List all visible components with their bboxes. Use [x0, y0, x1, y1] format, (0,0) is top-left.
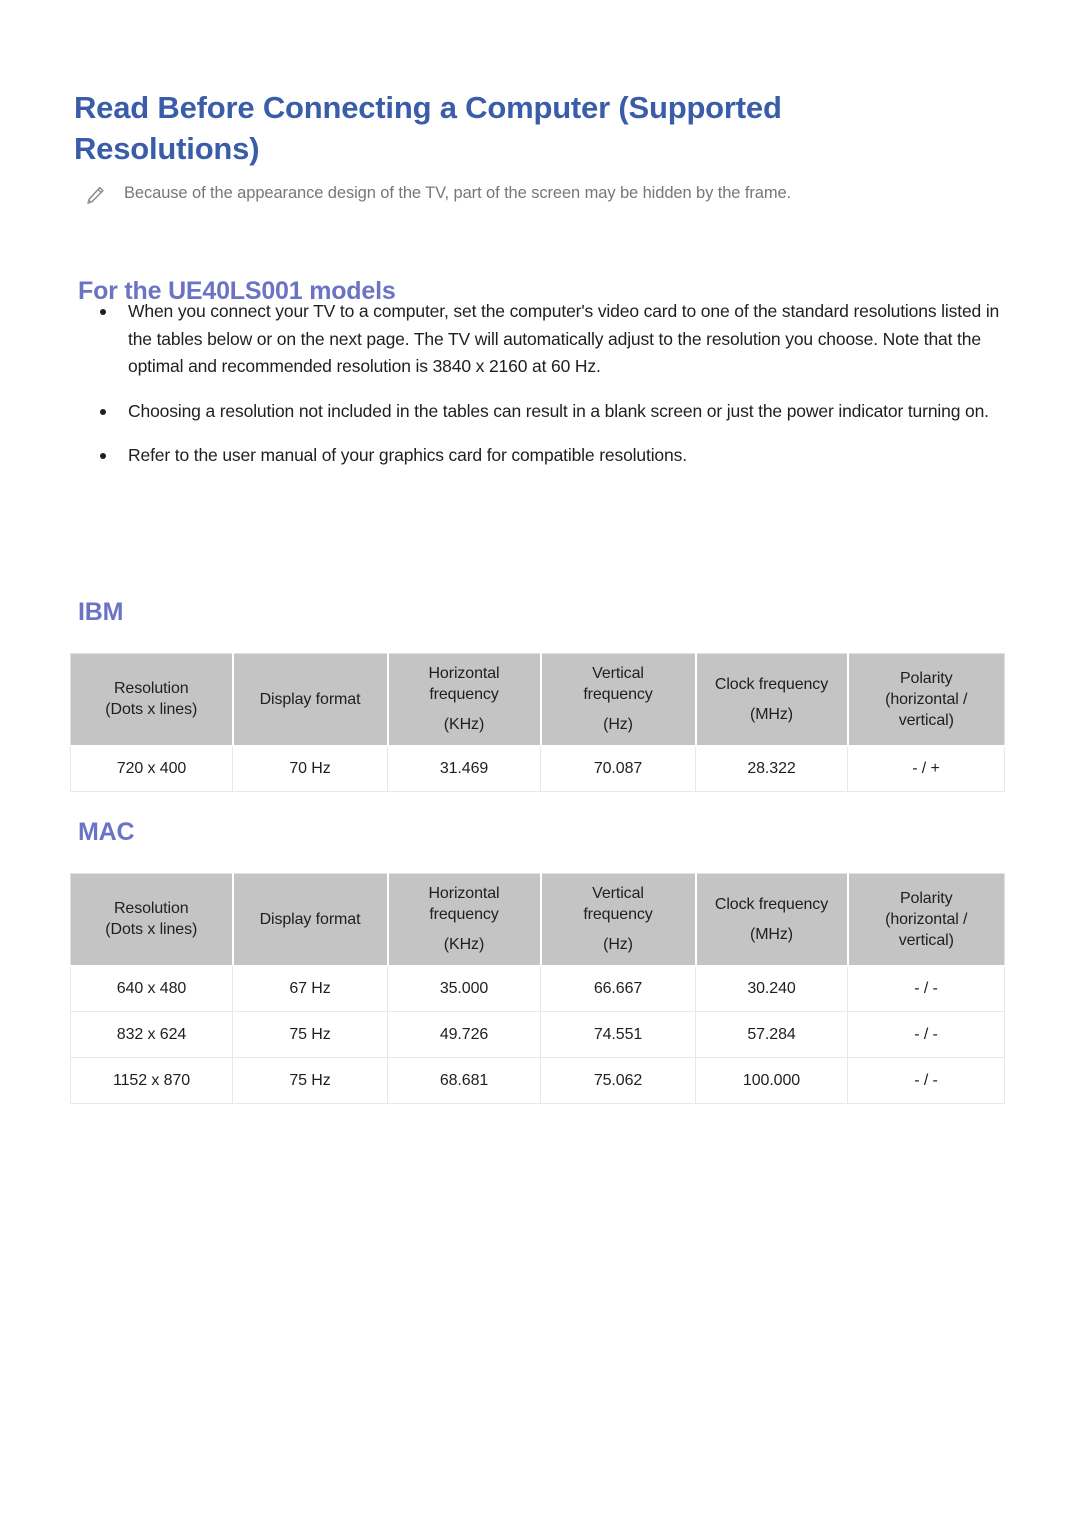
column-header-line1: Vertical — [592, 885, 644, 903]
table-row: 640 x 480 67 Hz 35.000 66.667 30.240- / - — [70, 965, 1005, 1012]
list-item: Refer to the user manual of your graphic… — [96, 442, 1011, 470]
table-cell-5: 28.322 — [695, 745, 848, 792]
table-row: 1152 x 870 75 Hz 68.681 75.062 100.000- / - — [70, 1057, 1005, 1104]
table-cell-5: 100.000 — [695, 1057, 848, 1104]
table-cell-1: 1152 x 870 — [70, 1057, 233, 1104]
resolution-table-mac: Resolution (Dots x lines) Display format Ho… — [70, 873, 1005, 1104]
column-header-line2: (Dots x lines) — [105, 921, 198, 939]
column-header-line1: Polarity — [899, 669, 953, 687]
table-heading-ibm: IBM — [78, 598, 124, 626]
pencil-icon — [84, 185, 106, 207]
column-header-line2: frequency — [583, 906, 653, 924]
column-header-line1: Display format — [259, 910, 361, 928]
column-header-unit: (Hz) — [603, 716, 633, 734]
column-header-5: Clock frequency (MHz) — [694, 873, 849, 967]
column-header-line3: vertical) — [898, 931, 954, 949]
column-header-line1: Horizontal — [428, 665, 500, 683]
column-header-2: Display format — [231, 873, 389, 967]
column-header-line3: vertical) — [898, 711, 954, 729]
column-header-line1: Polarity — [899, 889, 953, 907]
column-header-line1: Resolution — [113, 680, 189, 698]
page-title: Read Before Connecting a Computer (Suppo… — [74, 89, 782, 166]
table-cell-4: 70.087 — [540, 745, 696, 792]
table-cell-4: 75.062 — [540, 1057, 696, 1104]
bullet-dot-icon — [100, 453, 106, 459]
note-row: Because of the appearance design of the … — [84, 182, 1004, 207]
list-item-text: Choosing a resolution not included in th… — [128, 400, 989, 421]
table-row: 720 x 400 70 Hz 31.469 70.087 28.322- / + — [70, 745, 1005, 792]
column-header-4: Vertical frequency (Hz) — [539, 653, 697, 747]
column-header-4: Vertical frequency (Hz) — [539, 873, 697, 967]
table-body-ibm: 720 x 400 70 Hz 31.469 70.087 28.322- / + — [70, 745, 1005, 792]
table-cell-6: - / + — [847, 745, 1005, 792]
table-cell-3: 35.000 — [387, 965, 541, 1012]
table-cell-3: 31.469 — [387, 745, 541, 792]
column-header-line1: Horizontal — [428, 885, 500, 903]
list-item: Choosing a resolution not included in th… — [96, 398, 1011, 426]
table-block-mac: MAC Resolution (Dots x lines) Display form… — [70, 818, 1005, 1104]
bullet-dot-icon — [100, 408, 106, 415]
column-header-unit: (MHz) — [749, 925, 794, 943]
column-header-3: Horizontal frequency (KHz) — [386, 653, 542, 747]
column-header-6: Polarity (horizontal / vertical) — [846, 653, 1005, 747]
list-item: When you connect your TV to a computer, … — [96, 298, 1011, 381]
table-cell-3: 49.726 — [387, 1011, 541, 1058]
column-header-line1: Vertical — [592, 665, 644, 683]
bullet-list: When you connect your TV to a computer, … — [96, 298, 1011, 470]
column-header-line1: Display format — [259, 690, 361, 708]
table-cell-2: 75 Hz — [232, 1011, 388, 1058]
note-text: Because of the appearance design of the … — [124, 184, 792, 202]
table-cell-4: 74.551 — [540, 1011, 696, 1058]
table-cell-2: 67 Hz — [232, 965, 388, 1012]
table-body-mac: 640 x 480 67 Hz 35.000 66.667 30.240- / -832… — [70, 965, 1005, 1104]
column-header-line2: (horizontal / — [885, 690, 968, 708]
table-cell-1: 720 x 400 — [70, 745, 233, 792]
column-header-6: Polarity (horizontal / vertical) — [846, 873, 1005, 967]
column-header-line2: (horizontal / — [885, 910, 968, 928]
column-header-line2: frequency — [429, 906, 499, 924]
list-item-text: Refer to the user manual of your graphic… — [128, 445, 687, 465]
column-header-1: Resolution (Dots x lines) — [70, 873, 234, 967]
table-cell-1: 640 x 480 — [70, 965, 233, 1012]
table-cell-3: 68.681 — [387, 1057, 541, 1104]
column-header-unit: (KHz) — [443, 716, 485, 734]
table-row: 832 x 624 75 Hz 49.726 74.551 57.284- / - — [70, 1011, 1005, 1058]
table-cell-6: - / - — [847, 1057, 1005, 1104]
column-header-1: Resolution (Dots x lines) — [70, 653, 234, 747]
resolution-table-ibm: Resolution (Dots x lines) Display format Ho… — [70, 653, 1005, 792]
table-header-row: Resolution (Dots x lines) Display format Ho… — [70, 653, 1005, 747]
table-cell-4: 66.667 — [540, 965, 696, 1012]
table-heading-mac: MAC — [78, 818, 135, 846]
table-header-row: Resolution (Dots x lines) Display format Ho… — [70, 873, 1005, 967]
table-block-ibm: IBM Resolution (Dots x lines) Display form… — [70, 598, 1005, 792]
table-cell-5: 57.284 — [695, 1011, 848, 1058]
table-cell-2: 75 Hz — [232, 1057, 388, 1104]
column-header-5: Clock frequency (MHz) — [694, 653, 849, 747]
table-cell-6: - / - — [847, 1011, 1005, 1058]
column-header-line1: Clock frequency — [714, 675, 829, 693]
column-header-3: Horizontal frequency (KHz) — [386, 873, 542, 967]
column-header-line2: (Dots x lines) — [105, 701, 198, 719]
document-page: Read Before Connecting a Computer (Suppo… — [0, 0, 1080, 1527]
column-header-unit: (MHz) — [749, 705, 794, 723]
table-cell-5: 30.240 — [695, 965, 848, 1012]
column-header-line2: frequency — [583, 686, 653, 704]
column-header-2: Display format — [231, 653, 389, 747]
column-header-unit: (Hz) — [603, 936, 633, 954]
list-item-text: When you connect your TV to a computer, … — [128, 301, 1000, 376]
table-header-mac: Resolution (Dots x lines) Display format Ho… — [70, 873, 1005, 967]
column-header-line1: Resolution — [113, 900, 189, 918]
bullet-dot-icon — [100, 309, 106, 315]
column-header-line2: frequency — [429, 686, 499, 704]
table-cell-1: 832 x 624 — [70, 1011, 233, 1058]
table-cell-2: 70 Hz — [232, 745, 388, 792]
table-header-ibm: Resolution (Dots x lines) Display format Ho… — [70, 653, 1005, 747]
column-header-line1: Clock frequency — [714, 895, 829, 913]
table-cell-6: - / - — [847, 965, 1005, 1012]
column-header-unit: (KHz) — [443, 936, 485, 954]
